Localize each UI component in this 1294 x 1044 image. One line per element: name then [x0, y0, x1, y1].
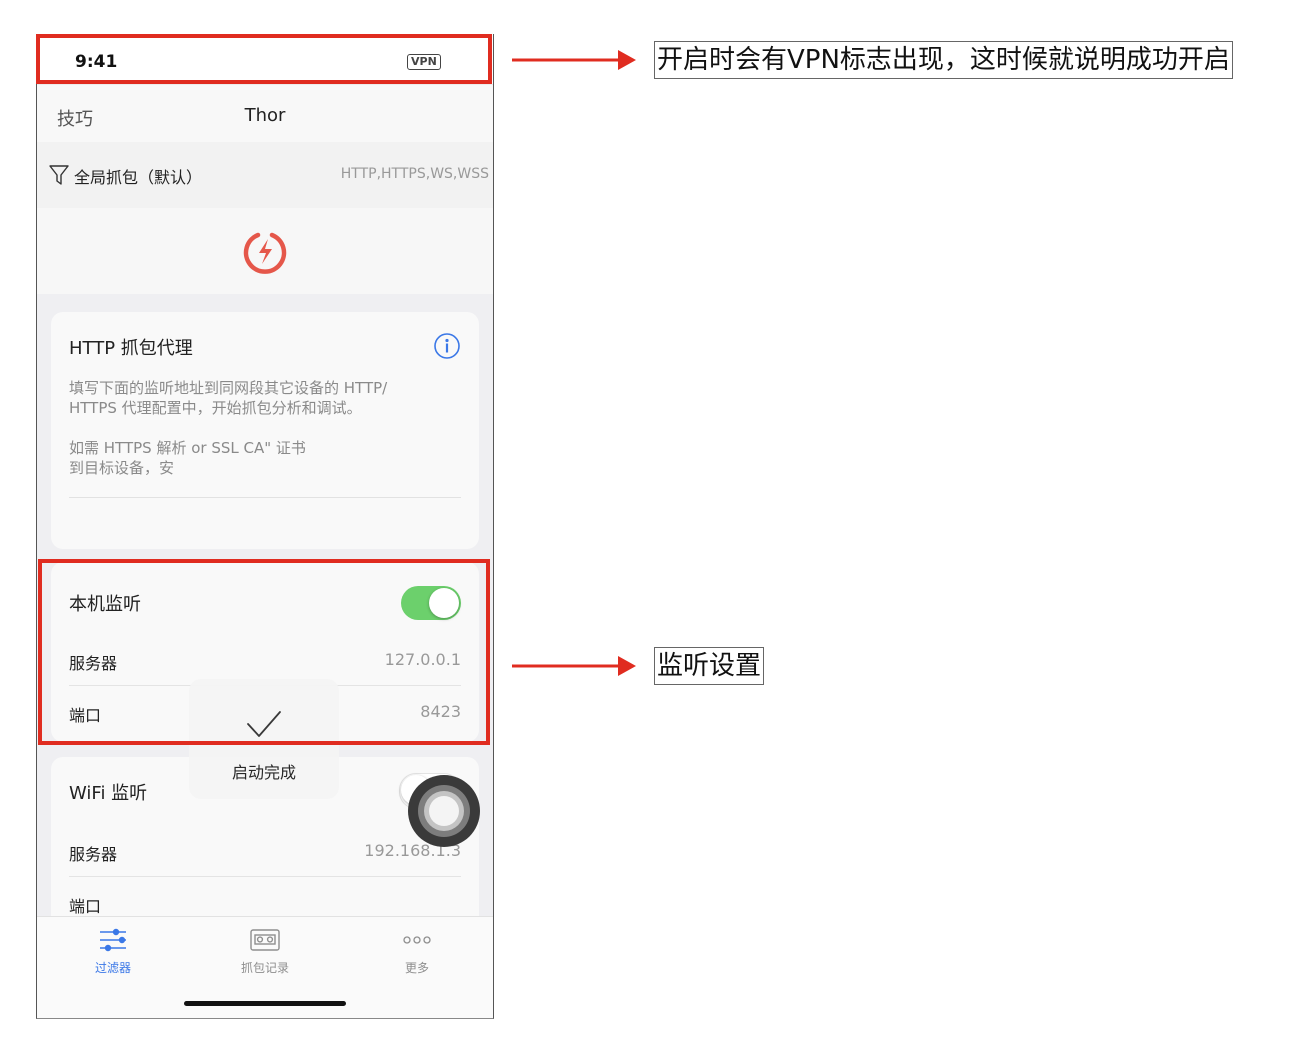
tab-filter[interactable]: 过滤器 [37, 925, 189, 985]
toast-message: 启动完成 [231, 763, 296, 782]
app-title: Thor [244, 105, 286, 126]
tab-records-label: 抓包记录 [240, 961, 289, 975]
sliders-icon [100, 928, 126, 952]
proxy-info-card: HTTP 抓包代理 填写下面的监听地址到同网段其它设备的 HTTP/ HTTPS… [51, 312, 479, 549]
home-indicator [184, 1001, 346, 1006]
filter-bar[interactable]: 全局抓包（默认） HTTP,HTTPS,WS,WSS [37, 142, 493, 208]
tab-capture-records[interactable]: 抓包记录 [189, 925, 341, 985]
tab-filter-label: 过滤器 [94, 961, 131, 975]
funnel-icon [49, 165, 69, 185]
filter-protocols: HTTP,HTTPS,WS,WSS [340, 166, 489, 182]
info-icon[interactable] [433, 332, 461, 360]
vpn-annotation: 开启时会有VPN标志出现，这时候就说明成功开启 [654, 41, 1233, 79]
arrow-icon [512, 656, 636, 676]
filter-mode-label: 全局抓包（默认） [74, 168, 203, 187]
tab-more-label: 更多 [404, 961, 429, 975]
vpn-highlight-box [36, 34, 492, 84]
divider [69, 497, 461, 498]
port-label: 端口 [69, 897, 102, 916]
listen-highlight-box [38, 559, 490, 745]
server-label: 服务器 [69, 845, 118, 864]
proxy-card-title: HTTP 抓包代理 [69, 338, 193, 359]
arrow-icon [512, 50, 636, 70]
tab-bar: 过滤器 抓包记录 更多 [37, 916, 493, 1018]
more-dots-icon [403, 936, 431, 944]
tab-more[interactable]: 更多 [341, 925, 493, 985]
navigation-bar: 技巧 Thor [37, 84, 493, 143]
logo-area [37, 208, 493, 294]
cassette-icon [250, 929, 280, 951]
wifi-listen-label: WiFi 监听 [69, 783, 148, 804]
phone-screen: 9:41 VPN 技巧 Thor 全局抓包（默认） HTTP,HTTPS,WS,… [36, 34, 494, 1019]
proxy-card-description: 填写下面的监听地址到同网段其它设备的 HTTP/ HTTPS 代理配置中，开始抓… [69, 379, 388, 417]
listen-settings-annotation: 监听设置 [654, 647, 765, 685]
proxy-card-https-note: 如需 HTTPS 解析 or SSL CA" 证书 到目标设备，安 [69, 439, 306, 477]
thor-power-logo[interactable] [241, 228, 289, 276]
assistive-touch-button[interactable] [408, 775, 480, 847]
